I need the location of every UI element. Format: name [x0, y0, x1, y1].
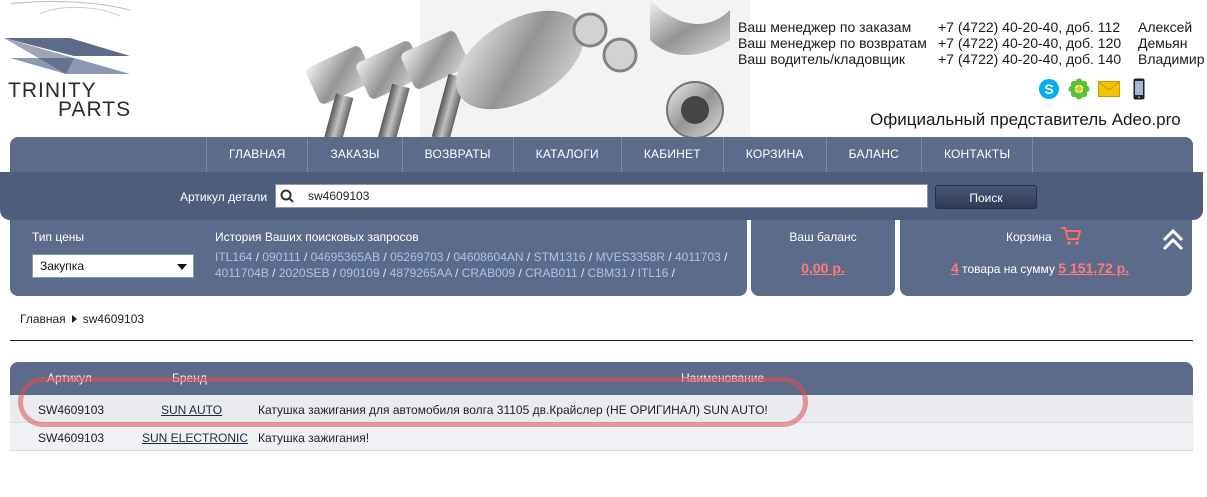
- nav-item-cabinet[interactable]: КАБИНЕТ: [620, 137, 723, 172]
- contacts-block: Ваш менеджер по заказам +7 (4722) 40-20-…: [738, 19, 1207, 67]
- search-info-panel: Тип цены Закупка История Ваших поисковых…: [10, 220, 747, 296]
- cell-name: Катушка зажигания!: [258, 431, 370, 445]
- search-icon: [276, 185, 298, 207]
- contact-row: Ваш водитель/кладовщик +7 (4722) 40-20-4…: [738, 51, 1207, 67]
- contact-name: Алексей: [1138, 19, 1193, 35]
- contact-row: Ваш менеджер по возвратам +7 (4722) 40-2…: [738, 35, 1207, 51]
- balance-label: Ваш баланс: [789, 230, 857, 244]
- history-item[interactable]: ITL164: [215, 250, 252, 264]
- cart-summary: 4 товара на сумму 5 151,72 р.: [951, 260, 1129, 276]
- cell-brand-link[interactable]: SUN ELECTRONIC: [142, 431, 248, 445]
- contact-role: Ваш менеджер по заказам: [738, 19, 912, 35]
- history-item[interactable]: 2020SEB: [279, 266, 330, 280]
- icq-icon[interactable]: [1068, 78, 1090, 100]
- social-icons: S: [1038, 78, 1150, 100]
- nav-item-cart[interactable]: КОРЗИНА: [722, 137, 826, 172]
- history-item[interactable]: CRAB011: [525, 266, 577, 280]
- cart-icon[interactable]: [1060, 226, 1082, 246]
- nav-item-orders[interactable]: ЗАКАЗЫ: [307, 137, 401, 172]
- nav-item-balance[interactable]: БАЛАНС: [825, 137, 921, 172]
- history-item[interactable]: 4011704B: [215, 266, 269, 280]
- logo-text-parts: PARTS: [58, 98, 132, 121]
- nav-item-home[interactable]: ГЛАВНАЯ: [206, 137, 307, 172]
- history-item[interactable]: 090111: [262, 250, 300, 264]
- history-item[interactable]: 4011703: [675, 250, 721, 264]
- chevron-down-icon: [177, 264, 187, 270]
- breadcrumb-current: sw4609103: [82, 312, 145, 326]
- contact-name: Демьян: [1138, 35, 1188, 51]
- history-item[interactable]: MVES3358R: [596, 250, 665, 264]
- contact-role: Ваш менеджер по возвратам: [738, 35, 927, 51]
- history-item[interactable]: 04608604AN: [453, 250, 523, 264]
- breadcrumb-arrow-icon: [71, 315, 77, 323]
- breadcrumb: Главная sw4609103: [20, 312, 144, 326]
- price-type-selected: Закупка: [40, 259, 84, 273]
- search-box[interactable]: [275, 184, 928, 208]
- cart-summary-text: товара на сумму: [958, 262, 1059, 276]
- results-table: Артикул Бренд Наименование SW4609103 SUN…: [10, 362, 1193, 451]
- history-item[interactable]: ITL16: [638, 266, 669, 280]
- cart-count[interactable]: 4: [951, 260, 959, 276]
- table-row[interactable]: SW4609103 SUN AUTO Катушка зажигания для…: [10, 395, 1193, 423]
- phone-icon[interactable]: [1128, 78, 1150, 100]
- scroll-up-icon[interactable]: [1162, 228, 1184, 252]
- cell-article: SW4609103: [38, 431, 105, 445]
- contact-name: Владимир: [1138, 51, 1205, 67]
- official-representative-text: Официальный представитель Adeo.pro: [870, 110, 1181, 129]
- history-item[interactable]: 090109: [340, 266, 380, 280]
- contact-phone: +7 (4722) 40-20-40, доб. 112: [938, 19, 1121, 35]
- logo[interactable]: TRINITY PARTS: [0, 0, 160, 130]
- cart-panel: Корзина 4 товара на сумму 5 151,72 р.: [900, 220, 1192, 296]
- search-button[interactable]: Поиск: [935, 185, 1037, 209]
- skype-icon[interactable]: S: [1038, 78, 1060, 100]
- svg-text:S: S: [1044, 81, 1053, 97]
- history-item[interactable]: 4879265AA: [390, 266, 452, 280]
- price-type-select[interactable]: Закупка: [32, 254, 194, 278]
- cart-sum[interactable]: 5 151,72 р.: [1058, 260, 1129, 276]
- contact-role: Ваш водитель/кладовщик: [738, 51, 906, 67]
- table-header: Артикул Бренд Наименование: [10, 362, 1193, 395]
- divider: [10, 340, 1193, 341]
- nav-item-catalogs[interactable]: КАТАЛОГИ: [512, 137, 621, 172]
- search-input[interactable]: [308, 189, 908, 203]
- cart-label: Корзина: [1006, 230, 1052, 244]
- logo-emblem: [4, 1, 131, 74]
- column-header-name: Наименование: [681, 371, 765, 385]
- cell-article: SW4609103: [38, 403, 105, 417]
- mail-icon[interactable]: [1098, 78, 1120, 100]
- column-header-article: Артикул: [47, 371, 92, 385]
- price-type-label: Тип цены: [32, 230, 85, 244]
- cell-name: Катушка зажигания для автомобиля волга 3…: [258, 403, 768, 417]
- nav-item-contacts[interactable]: КОНТАКТЫ: [920, 137, 1034, 172]
- search-label: Артикул детали: [180, 190, 268, 204]
- cell-brand-link[interactable]: SUN AUTO: [161, 403, 222, 417]
- engine-parts-image: [290, 0, 750, 140]
- balance-panel: Ваш баланс 0,00 р.: [751, 220, 895, 296]
- history-item[interactable]: CRAB009: [462, 266, 515, 280]
- history-item[interactable]: CBM31: [588, 266, 628, 280]
- column-header-brand: Бренд: [172, 371, 207, 385]
- history-item[interactable]: 05269703: [390, 250, 443, 264]
- table-row[interactable]: SW4609103 SUN ELECTRONIC Катушка зажиган…: [10, 423, 1193, 451]
- breadcrumb-home[interactable]: Главная: [20, 312, 66, 326]
- history-list: ITL164 / 090111 / 04695365AB / 05269703 …: [215, 250, 728, 280]
- history-item[interactable]: 04695365AB: [311, 250, 380, 264]
- contact-phone: +7 (4722) 40-20-40, доб. 120: [938, 35, 1122, 51]
- contact-phone: +7 (4722) 40-20-40, доб. 140: [938, 51, 1122, 67]
- history-title: История Ваших поисковых запросов: [215, 230, 419, 244]
- balance-value[interactable]: 0,00 р.: [751, 260, 895, 276]
- history-item[interactable]: STM1316: [534, 250, 586, 264]
- search-bar: Артикул детали Поиск: [0, 172, 1203, 220]
- main-nav: ГЛАВНАЯ ЗАКАЗЫ ВОЗВРАТЫ КАТАЛОГИ КАБИНЕТ…: [10, 137, 1193, 172]
- contact-row: Ваш менеджер по заказам +7 (4722) 40-20-…: [738, 19, 1207, 35]
- nav-item-returns[interactable]: ВОЗВРАТЫ: [401, 137, 513, 172]
